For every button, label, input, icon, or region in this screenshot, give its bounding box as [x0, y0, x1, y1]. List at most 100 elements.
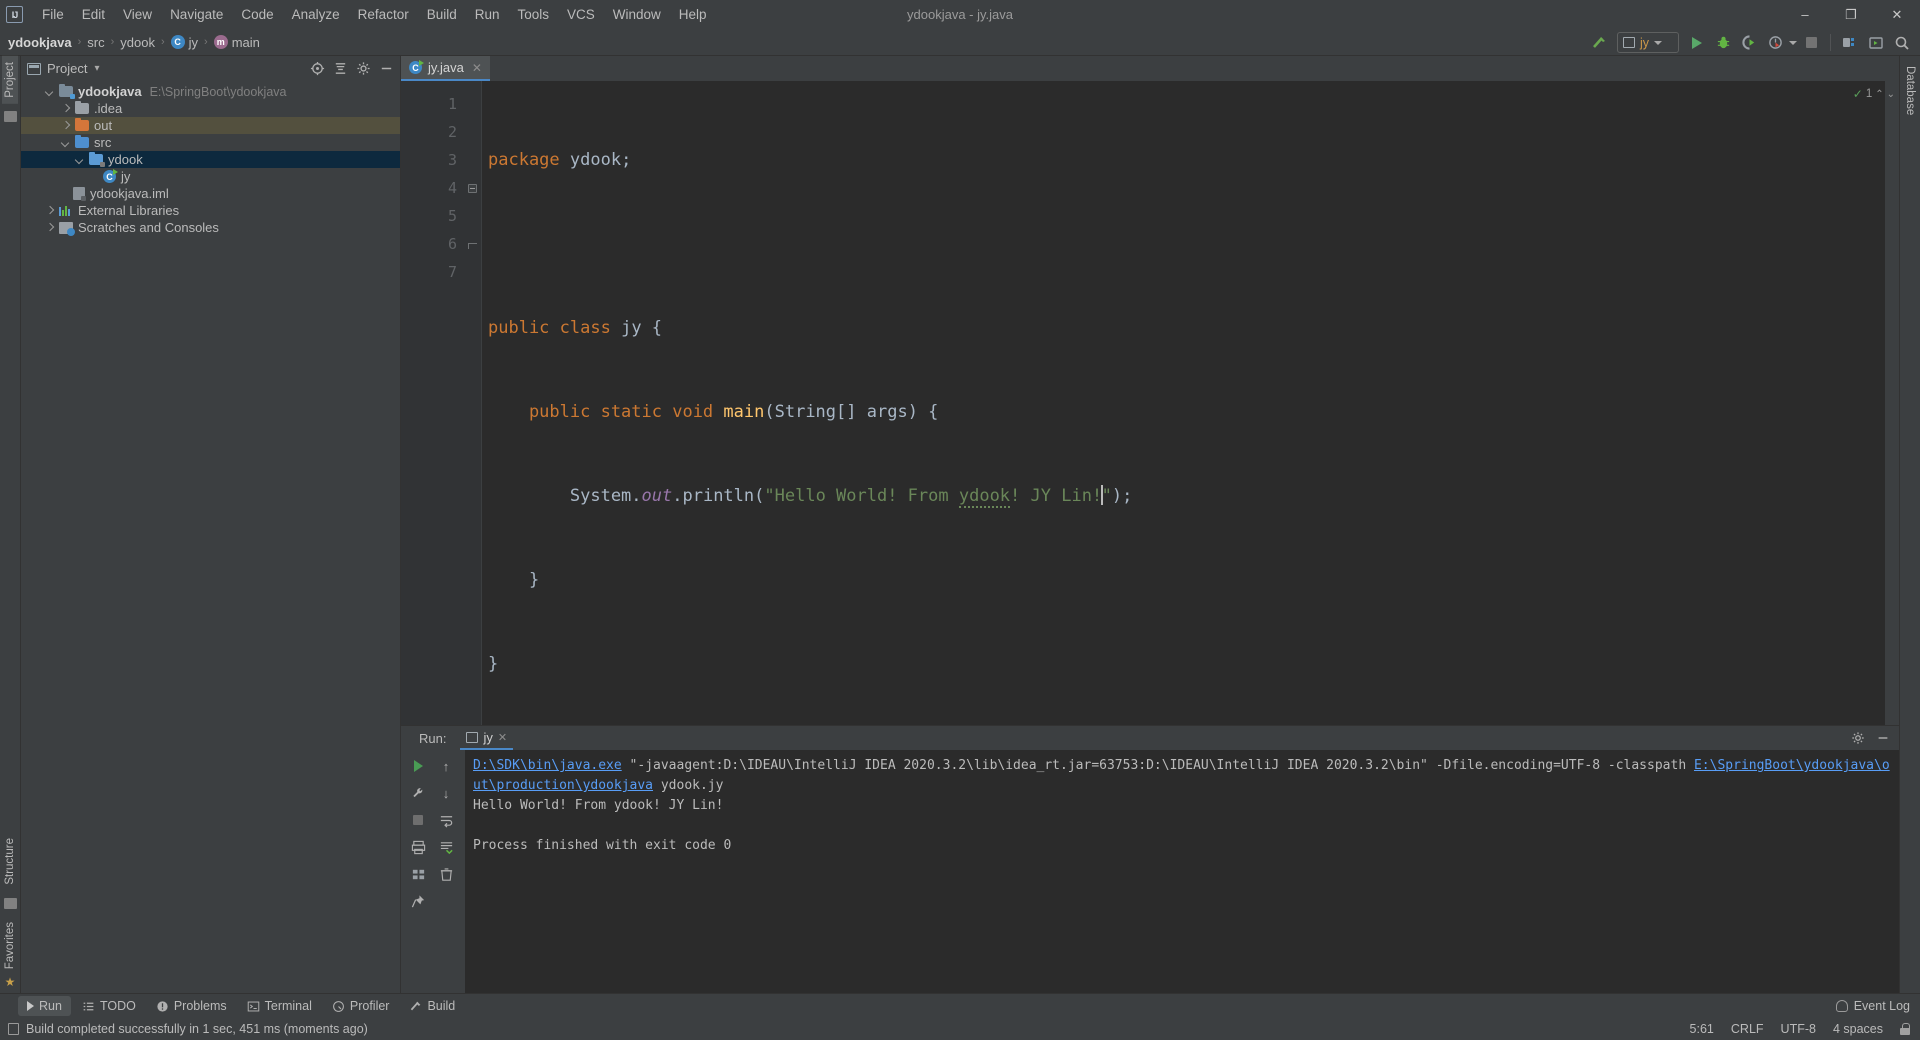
- tree-row-external-libraries[interactable]: External Libraries: [21, 202, 400, 219]
- stop-button[interactable]: [406, 808, 430, 832]
- menu-vcs[interactable]: VCS: [558, 4, 604, 25]
- rail-tab-database[interactable]: Database: [1902, 60, 1918, 121]
- print-button[interactable]: [406, 835, 430, 859]
- breadcrumb-main[interactable]: m main: [213, 35, 260, 50]
- tree-row-src[interactable]: src: [21, 134, 400, 151]
- structure-icon[interactable]: [3, 897, 17, 909]
- chevron-right-icon[interactable]: [61, 104, 71, 114]
- project-structure-button[interactable]: [1838, 32, 1862, 54]
- select-opened-file-button[interactable]: [307, 59, 327, 79]
- tree-row-ydook[interactable]: ydook: [21, 151, 400, 168]
- configure-button[interactable]: [406, 781, 430, 805]
- breadcrumb-ydookjava[interactable]: ydookjava: [8, 35, 72, 50]
- bottom-tab-run[interactable]: Run: [18, 996, 71, 1016]
- event-log-button[interactable]: Event Log: [1835, 999, 1910, 1013]
- inspection-gutter[interactable]: ✓ 1 ⌃ ⌄: [1853, 81, 1899, 725]
- tree-row-ydookjava[interactable]: ydookjava E:\SpringBoot\ydookjava: [21, 83, 400, 100]
- file-encoding[interactable]: UTF-8: [1781, 1022, 1816, 1036]
- chevron-down-icon[interactable]: [75, 155, 85, 165]
- rail-tab-structure[interactable]: Structure: [2, 832, 18, 891]
- bottom-tab-todo[interactable]: TODO: [73, 996, 145, 1016]
- menu-build[interactable]: Build: [418, 4, 466, 25]
- menu-file[interactable]: File: [33, 4, 73, 25]
- fold-collapse-icon[interactable]: [467, 183, 477, 193]
- close-icon[interactable]: ✕: [472, 61, 482, 75]
- scroll-to-end-button[interactable]: [434, 835, 458, 859]
- run-console-output[interactable]: D:\SDK\bin\java.exe "-javaagent:D:\IDEAU…: [465, 750, 1899, 993]
- menu-refactor[interactable]: Refactor: [349, 4, 418, 25]
- tree-row-idea[interactable]: .idea: [21, 100, 400, 117]
- editor-tab-jy-java[interactable]: C jy.java ✕: [401, 56, 490, 81]
- settings-gear-icon[interactable]: [1848, 728, 1868, 748]
- close-button[interactable]: ✕: [1874, 0, 1920, 29]
- chevron-right-icon[interactable]: [61, 121, 71, 131]
- breadcrumb-src[interactable]: src: [87, 35, 104, 50]
- tree-row-scratches-and-consoles[interactable]: Scratches and Consoles: [21, 219, 400, 236]
- indent-setting[interactable]: 4 spaces: [1833, 1022, 1883, 1036]
- stop-icon: [413, 815, 423, 825]
- menu-edit[interactable]: Edit: [73, 4, 114, 25]
- minimize-button[interactable]: –: [1782, 0, 1828, 29]
- chevron-down-icon[interactable]: [45, 87, 55, 97]
- menu-analyze[interactable]: Analyze: [283, 4, 349, 25]
- profile-button[interactable]: [1763, 32, 1787, 54]
- menu-tools[interactable]: Tools: [509, 4, 559, 25]
- rerun-button[interactable]: [406, 754, 430, 778]
- rail-tab-project[interactable]: Project: [2, 56, 18, 104]
- hide-panel-button[interactable]: [1873, 728, 1893, 748]
- hide-panel-button[interactable]: [376, 59, 396, 79]
- tree-row-jy[interactable]: C jy: [21, 168, 400, 185]
- folder-icon[interactable]: [3, 110, 17, 122]
- menu-navigate[interactable]: Navigate: [161, 4, 232, 25]
- stop-button[interactable]: [1799, 32, 1823, 54]
- run-with-coverage-button[interactable]: [1737, 32, 1761, 54]
- bottom-tab-terminal[interactable]: Terminal: [238, 996, 321, 1016]
- close-icon[interactable]: ✕: [498, 731, 507, 744]
- star-icon[interactable]: ★: [5, 975, 16, 989]
- rail-tab-favorites[interactable]: Favorites: [2, 916, 18, 975]
- profile-chevron-down-icon[interactable]: [1789, 40, 1797, 45]
- build-project-button[interactable]: [1587, 32, 1611, 54]
- tree-row-out[interactable]: out: [21, 117, 400, 134]
- histogram-button[interactable]: [406, 862, 430, 886]
- read-write-lock-icon[interactable]: [1900, 1023, 1910, 1035]
- fold-end-icon[interactable]: [467, 240, 477, 249]
- breadcrumb-jy[interactable]: C jy: [170, 35, 198, 50]
- caret-position[interactable]: 5:61: [1690, 1022, 1714, 1036]
- status-message-area[interactable]: Build completed successfully in 1 sec, 4…: [8, 1022, 368, 1036]
- bottom-tab-profiler[interactable]: Profiler: [323, 996, 399, 1016]
- bottom-tab-build[interactable]: Build: [400, 996, 464, 1016]
- inspection-summary[interactable]: ✓ 1 ⌃ ⌄: [1853, 87, 1895, 101]
- clear-all-button[interactable]: [434, 862, 458, 886]
- console-java-exe-link[interactable]: D:\SDK\bin\java.exe: [473, 758, 622, 773]
- maximize-button[interactable]: ❐: [1828, 0, 1874, 29]
- run-button[interactable]: [1685, 32, 1709, 54]
- scroll-up-button[interactable]: ↑: [434, 754, 458, 778]
- chevron-down-icon[interactable]: ⌄: [1887, 89, 1895, 100]
- search-everywhere-button[interactable]: [1890, 32, 1914, 54]
- run-tab-jy[interactable]: jy ✕: [460, 726, 514, 750]
- line-separator[interactable]: CRLF: [1731, 1022, 1764, 1036]
- chevron-up-icon[interactable]: ⌃: [1875, 89, 1883, 100]
- chevron-down-icon[interactable]: [61, 138, 71, 148]
- tree-row-iml[interactable]: ydookjava.iml: [21, 185, 400, 202]
- settings-gear-icon[interactable]: [353, 59, 373, 79]
- scroll-down-button[interactable]: ↓: [434, 781, 458, 805]
- bottom-tab-problems[interactable]: Problems: [147, 996, 236, 1016]
- run-configuration-selector[interactable]: jy: [1617, 32, 1679, 53]
- soft-wrap-button[interactable]: [434, 808, 458, 832]
- menu-code[interactable]: Code: [232, 4, 282, 25]
- collapse-all-button[interactable]: [330, 59, 350, 79]
- layout-button[interactable]: [1864, 32, 1888, 54]
- chevron-right-icon[interactable]: [45, 223, 55, 233]
- debug-button[interactable]: [1711, 32, 1735, 54]
- chevron-down-icon[interactable]: ▾: [94, 63, 99, 74]
- menu-window[interactable]: Window: [604, 4, 670, 25]
- menu-view[interactable]: View: [114, 4, 161, 25]
- chevron-right-icon[interactable]: [45, 206, 55, 216]
- code-editor[interactable]: package ydook; public class jy { public …: [481, 81, 1885, 725]
- menu-run[interactable]: Run: [466, 4, 509, 25]
- menu-help[interactable]: Help: [670, 4, 716, 25]
- pin-button[interactable]: [406, 889, 430, 913]
- breadcrumb-ydook[interactable]: ydook: [120, 35, 155, 50]
